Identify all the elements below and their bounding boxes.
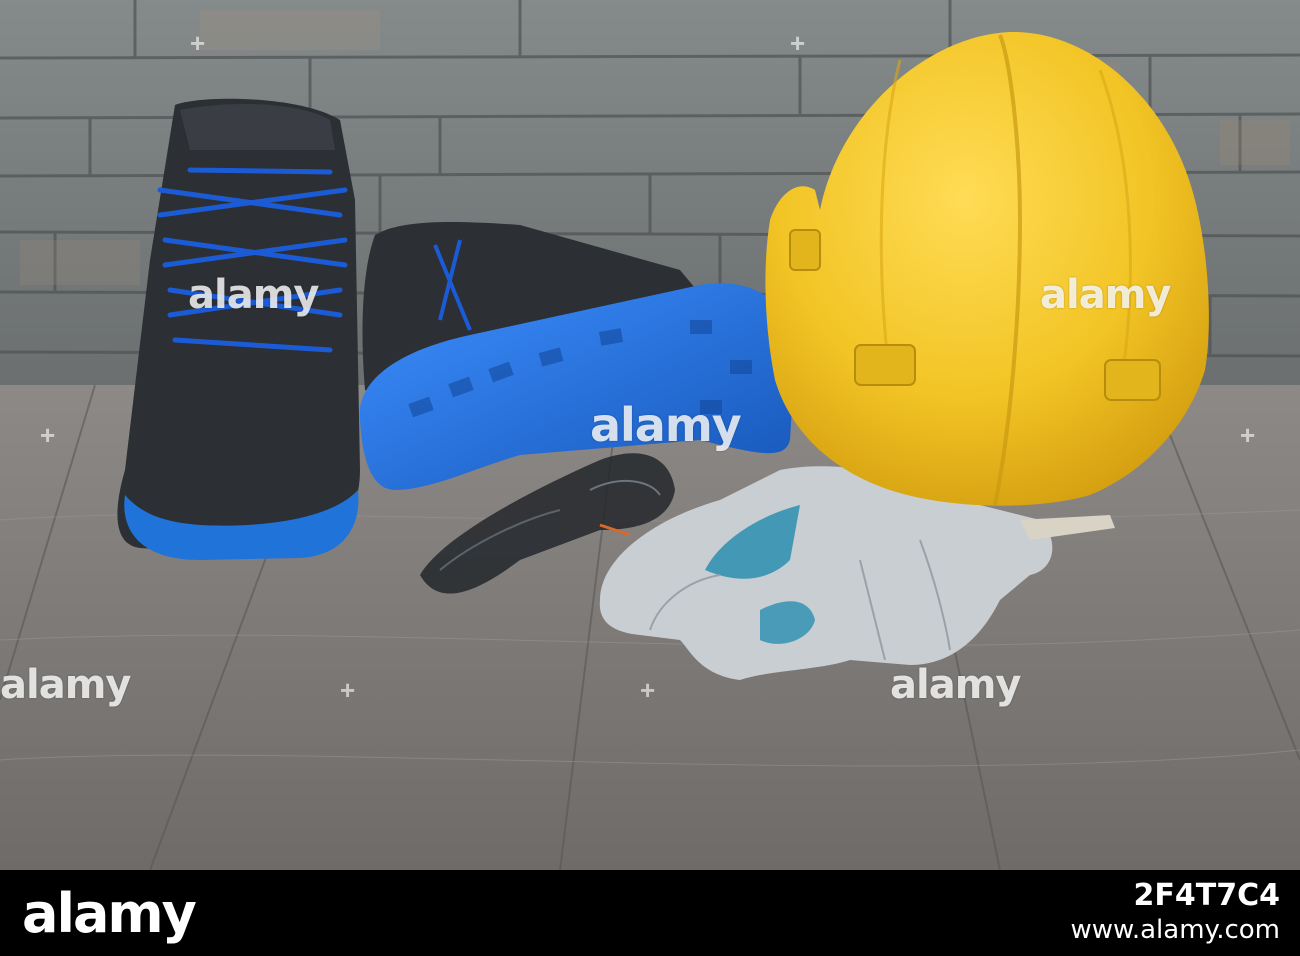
footer-info: 2F4T7C4 www.alamy.com (1070, 878, 1280, 945)
watermark-tile-4: alamy (890, 662, 1021, 708)
watermark-tile-3: alamy (0, 662, 131, 708)
watermark-tile-1: alamy (188, 272, 319, 318)
footer-strip: alamy 2F4T7C4 www.alamy.com (0, 870, 1300, 956)
watermark-tile-2: alamy (1040, 272, 1171, 318)
site-url: www.alamy.com (1070, 915, 1280, 945)
footer-logo: alamy (22, 882, 197, 945)
image-id: 2F4T7C4 (1133, 878, 1280, 913)
photo: + + + + + + alamy alamy alamy alamy alam… (0, 0, 1300, 870)
watermark-center: alamy (590, 398, 742, 452)
